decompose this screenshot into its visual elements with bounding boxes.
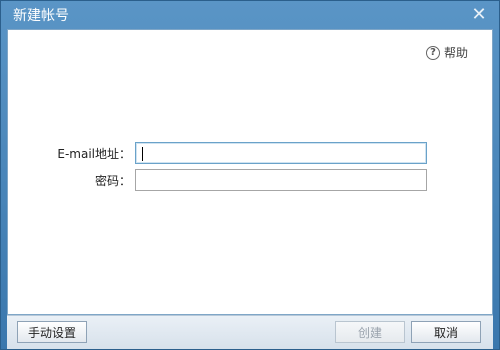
dialog-footer: 手动设置 创建 取消 bbox=[7, 315, 493, 349]
password-label: 密码： bbox=[94, 173, 131, 188]
help-link[interactable]: ? 帮助 bbox=[425, 44, 468, 61]
text-caret bbox=[142, 147, 143, 161]
create-button[interactable]: 创建 bbox=[335, 321, 405, 343]
close-icon[interactable]: ✕ bbox=[469, 5, 489, 25]
password-row: 密码： bbox=[8, 169, 494, 191]
email-row: E-mail地址： bbox=[8, 142, 494, 164]
titlebar: 新建帐号 ✕ bbox=[1, 1, 499, 29]
manual-setup-button[interactable]: 手动设置 bbox=[17, 321, 87, 343]
help-label: 帮助 bbox=[443, 46, 468, 60]
question-circle-icon: ? bbox=[425, 45, 440, 60]
dialog-content: ? 帮助 E-mail地址： 密码： bbox=[7, 29, 493, 315]
cancel-button[interactable]: 取消 bbox=[411, 321, 481, 343]
dialog-title: 新建帐号 bbox=[13, 8, 69, 24]
email-label: E-mail地址： bbox=[57, 146, 131, 161]
new-account-dialog: 新建帐号 ✕ ? 帮助 E-mail地址： 密码： 手动设置 创建 取消 bbox=[0, 0, 500, 350]
email-field[interactable] bbox=[135, 142, 427, 164]
password-field[interactable] bbox=[135, 169, 427, 191]
